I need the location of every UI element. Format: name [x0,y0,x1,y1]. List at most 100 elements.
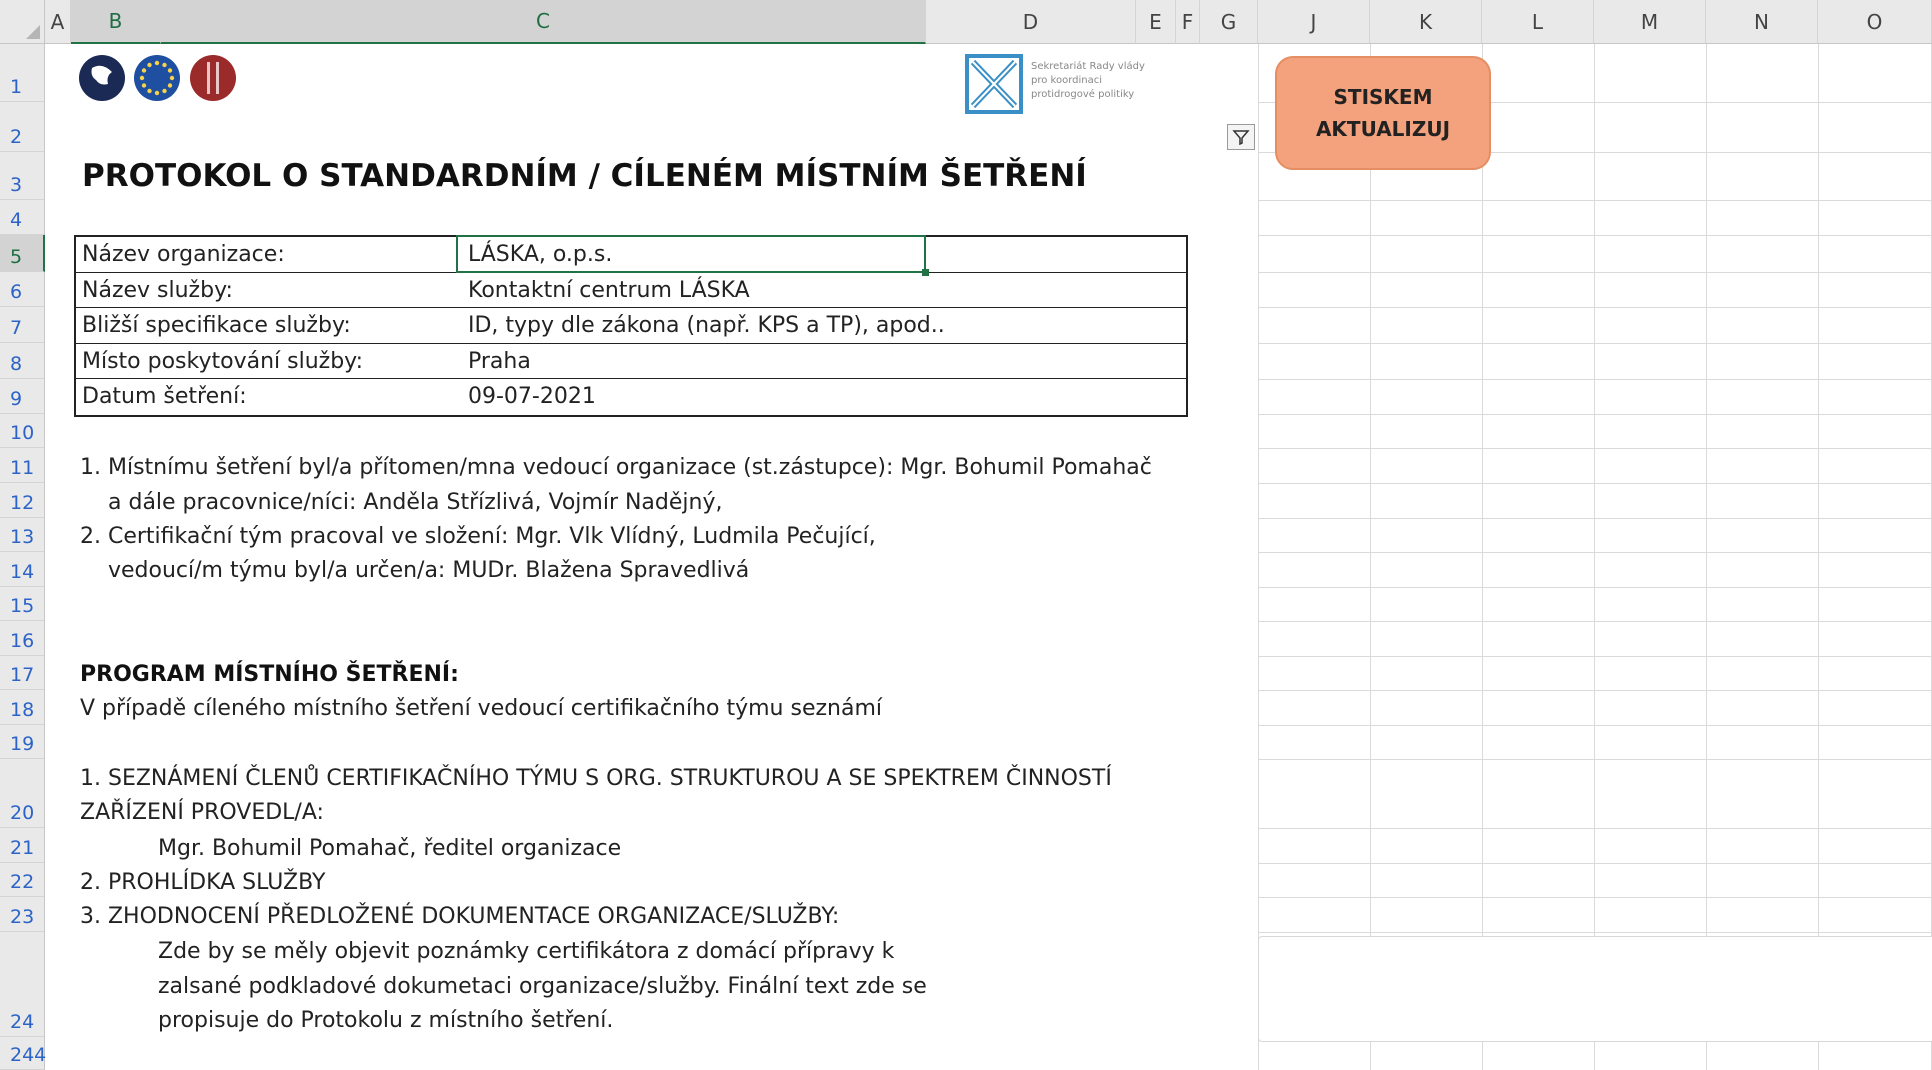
column-header-n[interactable]: N [1706,0,1818,44]
row-header-16[interactable]: 16 [0,621,45,656]
row-header-23[interactable]: 23 [0,897,45,932]
row-header-3[interactable]: 3 [0,152,45,200]
active-cell-selection[interactable] [456,235,929,276]
row-value[interactable]: Kontaktní centrum LÁSKA [468,278,750,303]
gridline [1258,518,1932,519]
gridline [1258,690,1932,691]
refresh-macro-button[interactable]: STISKEM AKTUALIZUJ [1275,56,1491,170]
gridline [1258,343,1932,344]
attendance-line-1: 1. Místnímu šetření byl/a přítomen/mna v… [80,455,1152,480]
row-label: Název organizace: [82,242,285,267]
program-note: V případě cíleného místního šetření vedo… [80,696,882,721]
row-header-15[interactable]: 15 [0,587,45,621]
spreadsheet[interactable]: A B C D E F G J K L M N O 1 2 3 4 5 6 7 … [0,0,1932,1070]
row-label: Místo poskytování služby: [82,348,363,374]
gridline [1258,379,1932,380]
button-label-line1: STISKEM [1333,85,1433,109]
row-label: Název služby: [82,277,233,303]
gridline [1258,235,1932,236]
column-header-d[interactable]: D [926,0,1136,44]
gridline [1818,44,1819,1070]
logo-group [78,54,238,102]
row-header-24[interactable]: 24 [0,932,45,1037]
column-header-j[interactable]: J [1258,0,1370,44]
row-header-11[interactable]: 11 [0,448,45,483]
row-value[interactable]: Praha [468,349,531,374]
row-header-244[interactable]: 244 [0,1037,46,1070]
row-value[interactable]: ID, typy dle zákona (např. KPS a TP), ap… [468,313,945,338]
table-row: Název služby: Kontaktní centrum LÁSKA [76,273,1186,308]
row-header-8[interactable]: 8 [0,343,45,379]
row-header-21[interactable]: 21 [0,828,45,863]
emblem-logos-icon [79,55,236,101]
row-header-18[interactable]: 18 [0,690,45,725]
gridline [1482,44,1483,1070]
program-item1-person: Mgr. Bohumil Pomahač, ředitel organizace [158,836,622,861]
program-item1-line2: ZAŘÍZENÍ PROVEDL/A: [80,800,324,825]
column-header-c[interactable]: C [161,0,926,44]
row-label: Bližší specifikace služby: [82,313,351,338]
gridline [1258,656,1932,657]
table-row: Bližší specifikace služby: ID, typy dle … [76,308,1186,344]
gridline [1258,932,1932,933]
logo-caption-line: pro koordinaci [1031,75,1103,86]
gridline [1258,552,1932,553]
column-header-f[interactable]: F [1176,0,1200,44]
gridline [1258,272,1932,273]
row-header-5[interactable]: 5 [0,235,45,272]
select-all-corner[interactable] [0,0,45,44]
gridline [1706,44,1707,1070]
gridline [1258,414,1932,415]
row-header-12[interactable]: 12 [0,483,45,518]
row-header-6[interactable]: 6 [0,272,45,307]
column-header-b[interactable]: B [71,0,161,44]
autofilter-button[interactable] [1227,124,1255,150]
gridline [1258,897,1932,898]
gridline [1258,200,1932,201]
filter-icon [1232,130,1250,145]
row-header-2[interactable]: 2 [0,102,45,152]
gridline [1258,828,1932,829]
row-label: Datum šetření: [82,384,247,409]
column-header-o[interactable]: O [1818,0,1932,44]
row-header-1[interactable]: 1 [0,44,45,102]
row-header-9[interactable]: 9 [0,379,45,414]
gridline [1370,44,1371,1070]
column-header-a[interactable]: A [45,0,71,44]
secretariat-cross-icon [965,54,1023,114]
secretariat-logo: Sekretariát Rady vlády pro koordinaci pr… [965,54,1185,114]
gridline [1258,725,1932,726]
page-title: PROTOKOL O STANDARDNÍM / CÍLENÉM MÍSTNÍM… [82,158,1087,194]
column-header-g[interactable]: G [1200,0,1258,44]
row-header-19[interactable]: 19 [0,725,45,759]
empty-text-box[interactable] [1258,936,1932,1042]
attendance-line-4: vedoucí/m týmu byl/a určen/a: MUDr. Blaž… [108,558,750,583]
table-row: Místo poskytování služby: Praha [76,344,1186,379]
row-header-4[interactable]: 4 [0,200,45,235]
row-header-10[interactable]: 10 [0,414,45,448]
attendance-line-3: 2. Certifikační tým pracoval ve složení:… [80,524,876,549]
gridline [1258,621,1932,622]
gridline [1258,44,1259,1070]
program-item1-line1: 1. SEZNÁMENÍ ČLENŮ CERTIFIKAČNÍHO TÝMU S… [80,766,1112,791]
row-header-20[interactable]: 20 [0,759,45,828]
row-header-17[interactable]: 17 [0,656,45,690]
gridline [1258,483,1932,484]
button-label-line2: AKTUALIZUJ [1315,117,1451,141]
column-header-l[interactable]: L [1482,0,1594,44]
row-value[interactable]: 09-07-2021 [468,384,596,409]
column-header-k[interactable]: K [1370,0,1482,44]
gridline [1258,307,1932,308]
gridline [1258,863,1932,864]
program-item3: 3. ZHODNOCENÍ PŘEDLOŽENÉ DOKUMENTACE ORG… [80,904,840,929]
row-header-13[interactable]: 13 [0,518,45,552]
logo-caption-line: protidrogové politiky [1031,89,1135,100]
row-header-7[interactable]: 7 [0,307,45,343]
program-item3-text3: propisuje do Protokolu z místního šetřen… [158,1008,614,1033]
gridline [1258,587,1932,588]
logo-caption-line: Sekretariát Rady vlády [1031,61,1145,72]
row-header-22[interactable]: 22 [0,863,45,897]
column-header-e[interactable]: E [1136,0,1176,44]
column-header-m[interactable]: M [1594,0,1706,44]
row-header-14[interactable]: 14 [0,552,45,587]
